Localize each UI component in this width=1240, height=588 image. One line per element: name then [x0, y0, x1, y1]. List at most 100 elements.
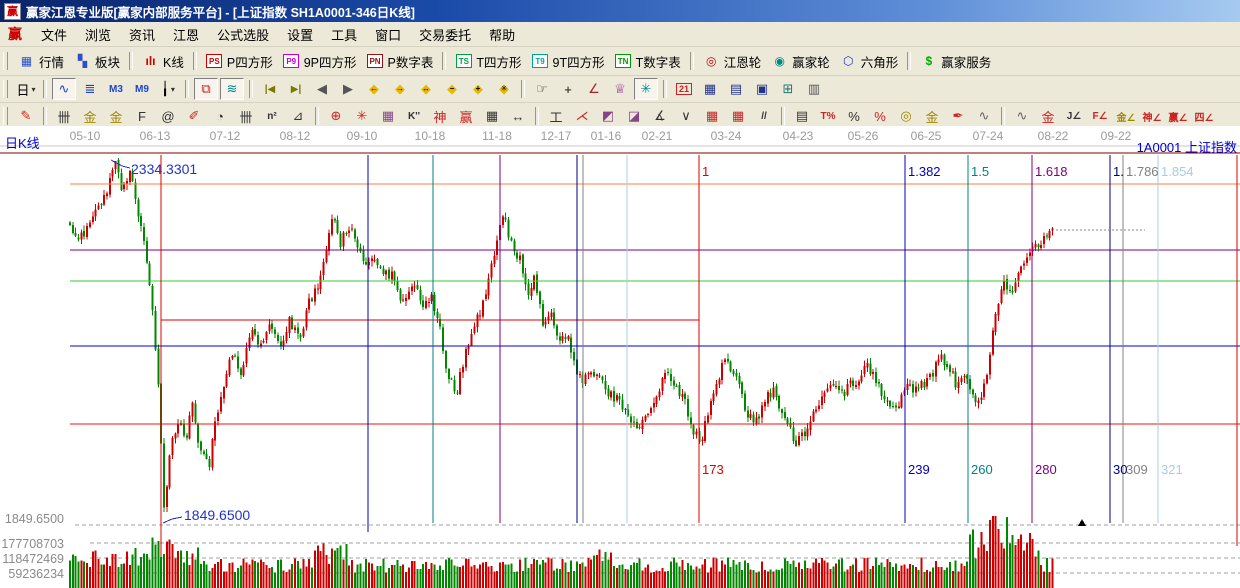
- angle-ruler-icon[interactable]: ⊿: [286, 105, 310, 127]
- j-angle-icon[interactable]: J∠: [1062, 105, 1086, 127]
- zoom-out-icon[interactable]: ◆−: [440, 78, 464, 100]
- menu-item-1[interactable]: 浏览: [76, 23, 120, 46]
- zoom-fit-icon[interactable]: ◆✳: [492, 78, 516, 100]
- gold-lines-icon[interactable]: 金: [920, 105, 944, 127]
- four-angle-icon[interactable]: 四∠: [1192, 105, 1216, 127]
- go-last-icon[interactable]: ▶|: [284, 78, 308, 100]
- menu-item-8[interactable]: 交易委托: [410, 23, 480, 46]
- clock-cycle-icon[interactable]: ◔: [208, 105, 232, 127]
- save-icon[interactable]: ▣: [750, 78, 774, 100]
- step-back-icon[interactable]: ◀: [310, 78, 334, 100]
- f-angle-icon[interactable]: F∠: [1088, 105, 1112, 127]
- wave2-icon[interactable]: ∿: [1010, 105, 1034, 127]
- hexagon-button[interactable]: ⬡六角形: [835, 50, 904, 73]
- winner-wheel-button[interactable]: ◉赢家轮: [766, 50, 835, 73]
- menu-item-7[interactable]: 窗口: [366, 23, 410, 46]
- quotes-button[interactable]: ▦行情: [13, 50, 69, 73]
- spiral-icon[interactable]: @: [156, 105, 180, 127]
- beam-icon[interactable]: 工: [544, 105, 568, 127]
- gold-underline-icon[interactable]: 金: [1036, 105, 1060, 127]
- main-chart[interactable]: 日K线 1A0001 上证指数 2334.3301 1849.6500 1849…: [0, 126, 1240, 588]
- sectors-button[interactable]: ▚板块: [69, 50, 125, 73]
- k-marks-icon[interactable]: K'': [402, 105, 426, 127]
- p-table-button[interactable]: PNP数字表: [362, 50, 439, 73]
- t-square-button[interactable]: TST四方形: [450, 50, 526, 73]
- gold-angle-icon[interactable]: 金∠: [1114, 105, 1138, 127]
- target-cross-icon[interactable]: ⊕: [324, 105, 348, 127]
- grid-123-icon[interactable]: ▦: [480, 105, 504, 127]
- zoom-horizontal-icon[interactable]: ◆↔: [414, 78, 438, 100]
- brush-icon[interactable]: ✎: [14, 105, 38, 127]
- red-grid2-icon[interactable]: ▦: [726, 105, 750, 127]
- mini-chart-9-icon[interactable]: M9: [130, 78, 154, 100]
- span-arrows-icon[interactable]: ↔: [506, 105, 530, 127]
- menu-item-6[interactable]: 工具: [322, 23, 366, 46]
- square-fan-icon[interactable]: ▦: [376, 105, 400, 127]
- shen-icon[interactable]: 神: [428, 105, 452, 127]
- percent-icon[interactable]: %: [842, 105, 866, 127]
- f-grid-icon[interactable]: F: [130, 105, 154, 127]
- notes-icon[interactable]: ▤: [724, 78, 748, 100]
- menu-item-2[interactable]: 资讯: [120, 23, 164, 46]
- n-squared-icon[interactable]: n²: [260, 105, 284, 127]
- v-lines-icon[interactable]: ∨: [674, 105, 698, 127]
- slant-lines-icon[interactable]: //: [752, 105, 776, 127]
- menu-item-3[interactable]: 江恩: [164, 23, 208, 46]
- toolbar-grip[interactable]: [3, 52, 8, 70]
- 9p-square-button[interactable]: P99P四方形: [278, 50, 362, 73]
- toolbar-grip[interactable]: [3, 107, 8, 125]
- gann-grid-icon[interactable]: 卌: [52, 105, 76, 127]
- calendar-icon[interactable]: 21: [672, 78, 696, 100]
- ying-icon[interactable]: 赢: [454, 105, 478, 127]
- share-net-icon[interactable]: ⊞: [776, 78, 800, 100]
- t-percent-icon[interactable]: T%: [816, 105, 840, 127]
- red-grid-icon[interactable]: ▦: [700, 105, 724, 127]
- p-square-button[interactable]: PSP四方形: [201, 50, 278, 73]
- grid-plain-icon[interactable]: 卌: [234, 105, 258, 127]
- percent-line-icon[interactable]: %: [868, 105, 892, 127]
- go-first-icon[interactable]: |◀: [258, 78, 282, 100]
- menu-item-9[interactable]: 帮助: [480, 23, 524, 46]
- zoom-in-icon[interactable]: ◆+: [466, 78, 490, 100]
- gold-circle-icon[interactable]: ◎: [894, 105, 918, 127]
- kline-button[interactable]: ılıK线: [137, 50, 189, 73]
- calculator-icon[interactable]: ▦: [698, 78, 722, 100]
- period-day-selector[interactable]: 日▾: [14, 78, 38, 100]
- info-panel-icon[interactable]: ≣: [78, 78, 102, 100]
- crown-tool-icon[interactable]: ♕: [608, 78, 632, 100]
- fan-box-icon[interactable]: ◩: [596, 105, 620, 127]
- pen2-icon[interactable]: ✐: [182, 105, 206, 127]
- menu-item-0[interactable]: 文件: [32, 23, 76, 46]
- zigzag-tool-icon[interactable]: ∿: [52, 78, 76, 100]
- gold-grid2-icon[interactable]: 金: [104, 105, 128, 127]
- fan-box2-icon[interactable]: ◪: [622, 105, 646, 127]
- pan-right-icon[interactable]: ◆→: [388, 78, 412, 100]
- gold-grid-icon[interactable]: 金: [78, 105, 102, 127]
- crosshair-tool-icon[interactable]: +: [556, 78, 580, 100]
- pan-left-icon[interactable]: ◆←: [362, 78, 386, 100]
- menu-item-5[interactable]: 设置: [278, 23, 322, 46]
- flower-tool-icon[interactable]: ✳: [634, 78, 658, 100]
- ruler-icon[interactable]: ▤: [790, 105, 814, 127]
- pattern-frame-icon[interactable]: ⧉: [194, 78, 218, 100]
- wave-icon[interactable]: ∿: [972, 105, 996, 127]
- candle-style-selector[interactable]: ╽▾: [156, 78, 180, 100]
- menu-item-4[interactable]: 公式选股: [208, 23, 278, 46]
- hand-tool-icon[interactable]: ☞: [530, 78, 554, 100]
- fan-lines-icon[interactable]: ⋌: [570, 105, 594, 127]
- step-forward-icon[interactable]: ▶: [336, 78, 360, 100]
- t-table-button[interactable]: TNT数字表: [610, 50, 686, 73]
- winner-service-button[interactable]: $赢家服务: [915, 50, 996, 73]
- star-grid-icon[interactable]: ✳: [350, 105, 374, 127]
- angle-measure-icon[interactable]: ∠: [582, 78, 606, 100]
- toolbar-grip[interactable]: [3, 80, 8, 98]
- gann-wheel-button[interactable]: ◎江恩轮: [698, 50, 767, 73]
- mini-chart-3-icon[interactable]: M3: [104, 78, 128, 100]
- ink-pen-icon[interactable]: ✒: [946, 105, 970, 127]
- shen-angle-icon[interactable]: 神∠: [1140, 105, 1164, 127]
- profile-chart-icon[interactable]: ≋: [220, 78, 244, 100]
- ying-angle-icon[interactable]: 赢∠: [1166, 105, 1190, 127]
- remote-pc-icon[interactable]: ▥: [802, 78, 826, 100]
- angle-lines-icon[interactable]: ∡: [648, 105, 672, 127]
- 9t-square-button[interactable]: T99T四方形: [527, 50, 610, 73]
